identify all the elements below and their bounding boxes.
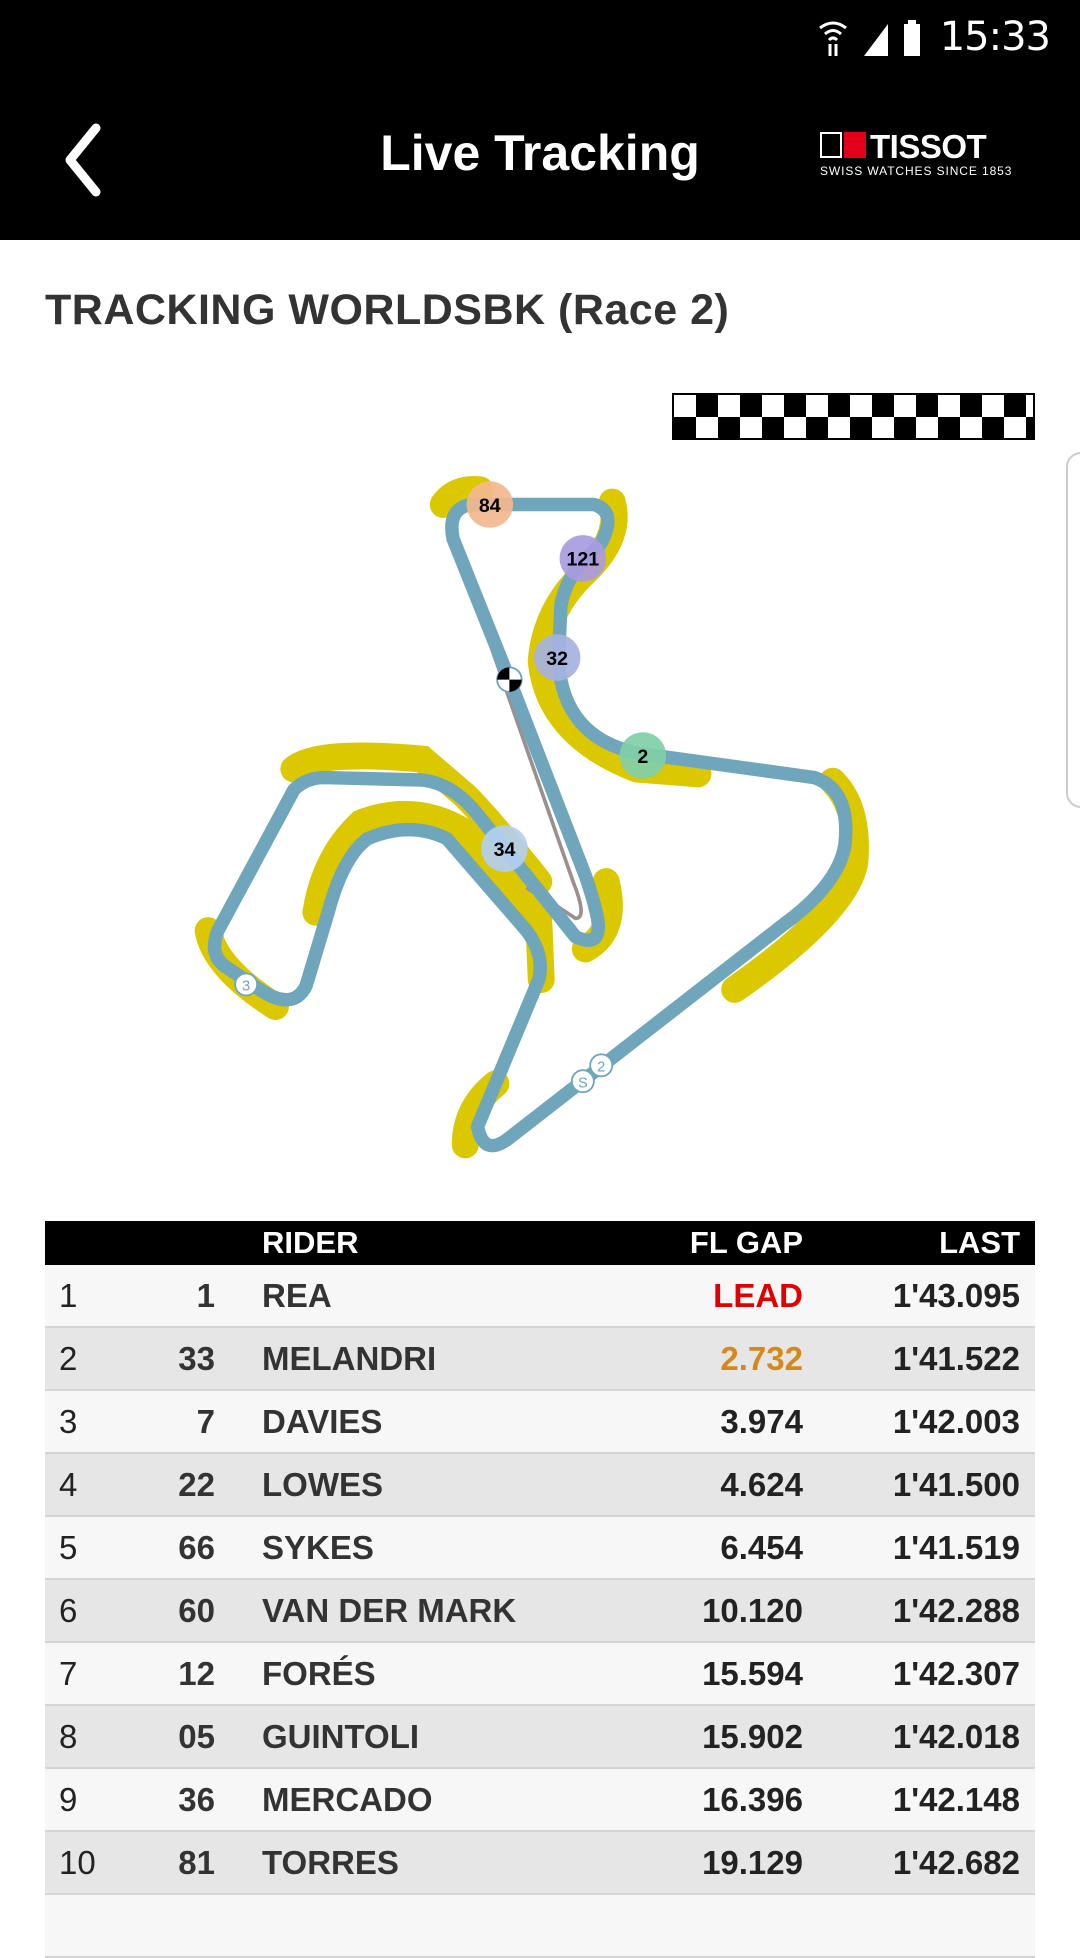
row-last-lap: 1'42.682	[892, 1843, 1020, 1881]
table-row[interactable]: 1 1 REA LEAD 1'43.095	[45, 1265, 1035, 1328]
header-rider: RIDER	[262, 1225, 359, 1260]
rider-marker-84[interactable]: 84	[466, 481, 514, 528]
row-fl-gap: 2.732	[720, 1339, 803, 1377]
row-position: 10	[59, 1843, 96, 1881]
rider-marker-2[interactable]: 2	[619, 732, 667, 779]
rider-marker-121[interactable]: 121	[559, 535, 607, 582]
track-path	[207, 497, 853, 1153]
row-fl-gap: LEAD	[713, 1276, 803, 1314]
row-fl-gap: 10.120	[702, 1591, 803, 1629]
sector-marker-3: 3	[234, 972, 259, 997]
sector-marker-s: S	[570, 1069, 595, 1094]
svg-text:3: 3	[242, 979, 250, 995]
row-position: 8	[59, 1717, 78, 1755]
rider-marker-32[interactable]: 32	[533, 634, 581, 681]
row-fl-gap: 15.594	[702, 1654, 803, 1692]
table-row[interactable]: 2 33 MELANDRI 2.732 1'41.522	[45, 1328, 1035, 1391]
row-rider-name: DAVIES	[262, 1402, 383, 1440]
row-fl-gap: 4.624	[720, 1465, 803, 1503]
row-last-lap: 1'42.018	[892, 1717, 1020, 1755]
row-last-lap: 1'41.522	[892, 1339, 1020, 1377]
table-row[interactable]: 4 22 LOWES 4.624 1'41.500	[45, 1454, 1035, 1517]
row-rider-name: FORÉS	[262, 1654, 376, 1692]
sector-marker-2: 2	[589, 1053, 614, 1078]
row-rider-name: TORRES	[262, 1843, 399, 1881]
row-rider-number: 33	[178, 1339, 215, 1377]
row-rider-name: GUINTOLI	[262, 1717, 420, 1755]
row-last-lap: 1'42.003	[892, 1402, 1020, 1440]
rider-marker-34[interactable]: 34	[481, 825, 528, 872]
svg-text:2: 2	[597, 1059, 605, 1075]
row-rider-number: 22	[178, 1465, 215, 1503]
row-fl-gap: 19.129	[702, 1843, 803, 1881]
row-rider-name: SYKES	[262, 1528, 374, 1566]
row-position: 2	[59, 1339, 78, 1377]
table-row[interactable]: 6 60 VAN DER MARK 10.120 1'42.288	[45, 1580, 1035, 1643]
table-row-partial[interactable]	[45, 1895, 1035, 1958]
row-last-lap: 1'43.095	[892, 1276, 1020, 1314]
row-rider-name: MERCADO	[262, 1780, 433, 1818]
row-rider-number: 81	[178, 1843, 215, 1881]
standings-table: RIDER FL GAP LAST 1 1 REA LEAD 1'43.095 2 33 ME…	[45, 1221, 1035, 1958]
header-fl-gap: FL GAP	[689, 1225, 803, 1260]
row-position: 6	[59, 1591, 78, 1629]
row-fl-gap: 6.454	[720, 1528, 803, 1566]
row-rider-number: 05	[178, 1717, 215, 1755]
svg-text:S: S	[578, 1075, 588, 1091]
table-header: RIDER FL GAP LAST	[45, 1221, 1035, 1265]
row-last-lap: 1'42.307	[892, 1654, 1020, 1692]
rider-marker-label: 121	[567, 549, 600, 571]
row-rider-number: 1	[196, 1276, 215, 1314]
table-row[interactable]: 8 05 GUINTOLI 15.902 1'42.018	[45, 1706, 1035, 1769]
row-last-lap: 1'42.288	[892, 1591, 1020, 1629]
header-last: LAST	[939, 1225, 1020, 1260]
rider-marker-label: 32	[546, 648, 568, 670]
row-fl-gap: 15.902	[702, 1717, 803, 1755]
row-rider-number: 36	[178, 1780, 215, 1818]
table-row[interactable]: 3 7 DAVIES 3.974 1'42.003	[45, 1391, 1035, 1454]
row-rider-name: VAN DER MARK	[262, 1591, 517, 1629]
row-last-lap: 1'42.148	[892, 1780, 1020, 1818]
runoff-areas	[194, 476, 869, 1159]
row-rider-number: 12	[178, 1654, 215, 1692]
row-rider-number: 66	[178, 1528, 215, 1566]
table-row[interactable]: 5 66 SYKES 6.454 1'41.519	[45, 1517, 1035, 1580]
row-rider-name: REA	[262, 1276, 332, 1314]
row-position: 9	[59, 1780, 78, 1818]
row-rider-number: 7	[196, 1402, 215, 1440]
row-fl-gap: 16.396	[702, 1780, 803, 1818]
row-rider-name: LOWES	[262, 1465, 383, 1503]
finish-line-icon	[496, 666, 523, 693]
rider-marker-label: 34	[494, 839, 516, 861]
row-last-lap: 1'41.519	[892, 1528, 1020, 1566]
row-position: 5	[59, 1528, 78, 1566]
row-position: 7	[59, 1654, 78, 1692]
rider-marker-label: 2	[637, 746, 648, 768]
row-rider-number: 60	[178, 1591, 215, 1629]
row-last-lap: 1'41.500	[892, 1465, 1020, 1503]
row-rider-name: MELANDRI	[262, 1339, 437, 1377]
row-fl-gap: 3.974	[720, 1402, 803, 1440]
row-position: 3	[59, 1402, 78, 1440]
table-row[interactable]: 10 81 TORRES 19.129 1'42.682	[45, 1832, 1035, 1895]
row-position: 4	[59, 1465, 78, 1503]
rider-marker-label: 84	[479, 495, 501, 517]
table-row[interactable]: 9 36 MERCADO 16.396 1'42.148	[45, 1769, 1035, 1832]
table-row[interactable]: 7 12 FORÉS 15.594 1'42.307	[45, 1643, 1035, 1706]
row-position: 1	[59, 1276, 78, 1314]
